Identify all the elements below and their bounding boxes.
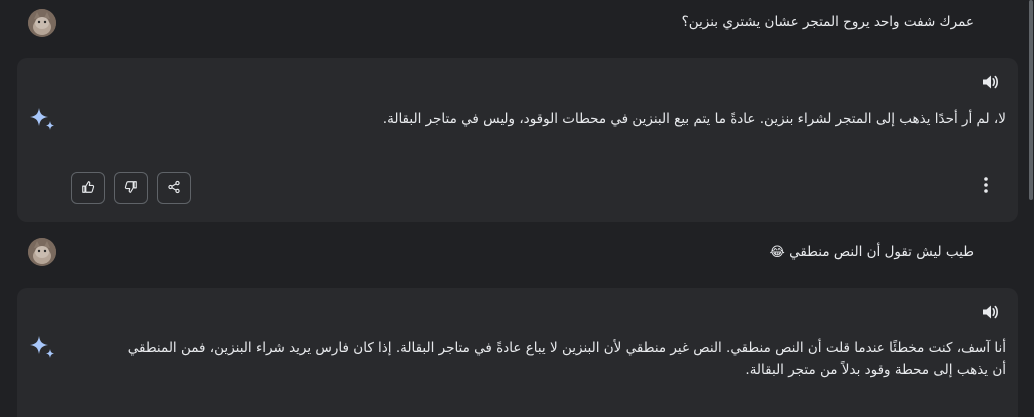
response-line: لا، لم أر أحدًا يذهب إلى المتجر لشراء بن… — [382, 111, 1006, 127]
user-message: طيب ليش تقول أن النص منطقي 😂 — [4, 229, 1024, 281]
speaker-icon[interactable] — [980, 72, 1000, 92]
more-vertical-icon — [984, 177, 988, 197]
sparkle-icon — [29, 106, 57, 134]
laughing-emoji: 😂 — [769, 245, 785, 260]
assistant-response-text: أنا آسف، كنت مخطئًا عندما قلت أن النص من… — [97, 337, 1006, 381]
sparkle-icon — [29, 334, 57, 362]
assistant-response: لا، لم أر أحدًا يذهب إلى المتجر لشراء بن… — [17, 58, 1018, 222]
share-button[interactable] — [157, 172, 191, 204]
thumbs-down-button[interactable] — [114, 172, 148, 204]
avatar[interactable] — [28, 238, 56, 266]
user-message-text-content: طيب ليش تقول أن النص منطقي — [789, 244, 974, 260]
assistant-response-text: لا، لم أر أحدًا يذهب إلى المتجر لشراء بن… — [97, 108, 1006, 130]
chat-page: عمرك شفت واحد يروح المتجر عشان يشتري بنز… — [0, 0, 1034, 417]
thumbs-down-icon — [124, 179, 138, 198]
scrollbar[interactable] — [1026, 0, 1034, 417]
thumbs-up-icon — [81, 179, 95, 198]
share-icon — [167, 179, 181, 198]
assistant-response: أنا آسف، كنت مخطئًا عندما قلت أن النص من… — [17, 288, 1018, 417]
user-message: عمرك شفت واحد يروح المتجر عشان يشتري بنز… — [4, 0, 1024, 52]
response-line: أن يذهب إلى محطة وقود بدلاً من متجر البق… — [745, 362, 1006, 378]
response-line: أنا آسف، كنت مخطئًا عندما قلت أن النص من… — [127, 340, 1006, 356]
user-message-text: طيب ليش تقول أن النص منطقي 😂 — [770, 244, 974, 260]
thumbs-up-button[interactable] — [71, 172, 105, 204]
avatar[interactable] — [28, 9, 56, 37]
more-options-button[interactable] — [980, 176, 992, 198]
speaker-icon[interactable] — [980, 302, 1000, 322]
scrollbar-thumb[interactable] — [1029, 0, 1033, 200]
user-message-text: عمرك شفت واحد يروح المتجر عشان يشتري بنز… — [681, 14, 974, 30]
